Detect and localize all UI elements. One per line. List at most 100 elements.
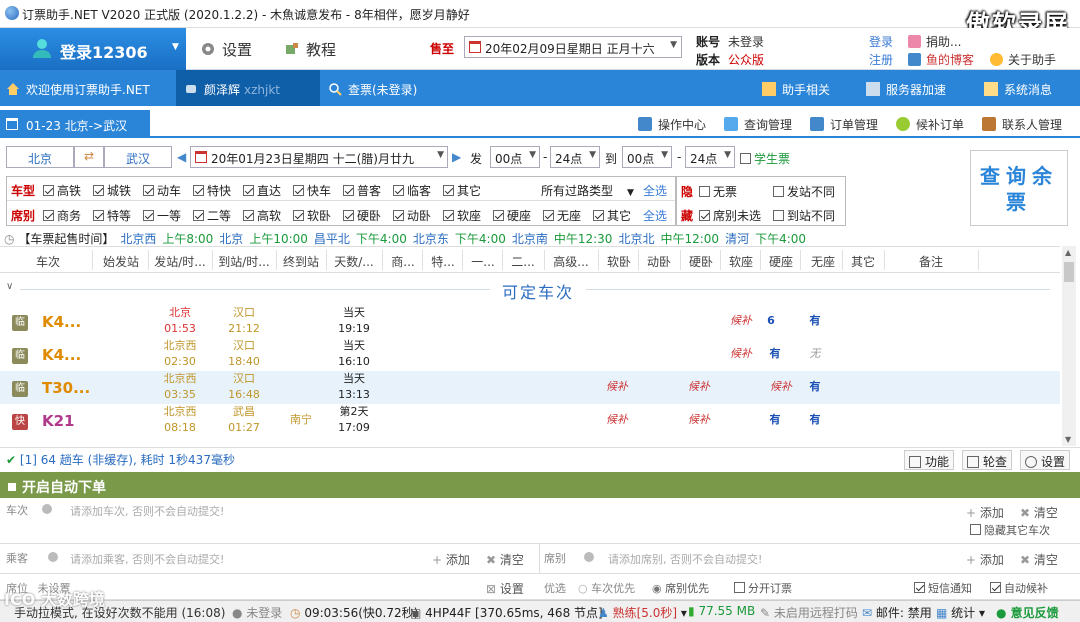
table-row[interactable]: 临 K4... 北京 01:53 汉口 21:12 当天 19:19 候补 6 有 <box>0 305 1060 338</box>
type-gaotie[interactable]: 高铁 <box>43 182 81 199</box>
tab-account[interactable]: 颜泽辉 xzhjkt <box>176 70 320 106</box>
from-station-input[interactable]: 北京 <box>6 146 74 168</box>
type-other[interactable]: 其它 <box>443 182 481 199</box>
col-notes[interactable]: 备注 <box>896 253 966 270</box>
train-number[interactable]: T30... <box>42 379 90 397</box>
tab-query[interactable]: 查票(未登录) <box>328 70 488 106</box>
settings-button[interactable]: 设置 <box>200 39 252 60</box>
section-header[interactable]: ∨ 可定车次 <box>0 277 1060 303</box>
hide-no-ticket[interactable]: 无票 <box>699 183 737 200</box>
type-puke[interactable]: 普客 <box>343 182 381 199</box>
type-kuaiche[interactable]: 快车 <box>293 182 331 199</box>
prev-day-button[interactable]: ◀ <box>177 150 186 164</box>
helper-menu[interactable]: 助手相关 <box>762 70 830 106</box>
to-station-input[interactable]: 武汉 <box>104 146 172 168</box>
node-status[interactable]: ▣ 4HP44F [370.65ms, 468 节点] <box>410 604 603 621</box>
grid-settings-button[interactable]: 设置 <box>1020 450 1071 470</box>
add-train-button[interactable]: + 添加 <box>966 504 1004 521</box>
poll-query-button[interactable]: 轮查 <box>962 450 1013 470</box>
grid-scrollbar[interactable]: ▲ ▼ <box>1062 246 1076 446</box>
tutorial-button[interactable]: 教程 <box>284 39 336 60</box>
contact-manage[interactable]: 联系人管理 <box>982 116 1062 133</box>
type-linke[interactable]: 临客 <box>393 182 431 199</box>
seat-shangwu[interactable]: 商务 <box>43 207 81 224</box>
seat-wuzuo[interactable]: 无座 <box>543 207 581 224</box>
clear-seat-button[interactable]: ✖ 清空 <box>1020 551 1058 568</box>
col-business[interactable]: 商... <box>384 253 422 270</box>
col-terminal[interactable]: 终到站 <box>278 253 324 270</box>
table-row[interactable]: 快 K21 北京西 08:18 武昌 01:27 南宁 第2天 17:09 候补 候补… <box>0 404 1060 437</box>
seat-dongwo[interactable]: 动卧 <box>393 207 431 224</box>
route-tab[interactable]: 01-23 北京->武汉 <box>0 110 150 138</box>
query-tickets-button[interactable]: 查询余票 <box>970 150 1068 226</box>
arrive-start-select[interactable]: 00点 ▼ <box>622 146 672 168</box>
type-tekuai[interactable]: 特快 <box>193 182 231 199</box>
col-hard-sleeper[interactable]: 硬卧 <box>682 253 720 270</box>
type-chengtie[interactable]: 城铁 <box>93 182 131 199</box>
split-order-checkbox[interactable]: 分开订票 <box>734 580 792 596</box>
sms-notify-checkbox[interactable]: 短信通知 <box>914 580 972 596</box>
hide-diff-depart[interactable]: 发站不同 <box>773 183 835 200</box>
type-dongche[interactable]: 动车 <box>143 182 181 199</box>
col-origin[interactable]: 始发站 <box>96 253 146 270</box>
select-all-types[interactable]: 全选 <box>643 182 667 199</box>
seat-ruanwo[interactable]: 软卧 <box>293 207 331 224</box>
col-motor-sleeper[interactable]: 动卧 <box>640 253 678 270</box>
blog-link[interactable]: 鱼的博客 <box>908 51 974 68</box>
col-soft-sleeper[interactable]: 软卧 <box>600 253 638 270</box>
function-button[interactable]: 功能 <box>904 450 955 470</box>
donate-link[interactable]: 捐助... <box>908 33 961 50</box>
hide-other-trains-checkbox[interactable]: 隐藏其它车次 <box>970 522 1050 538</box>
arrive-end-select[interactable]: 24点 ▼ <box>685 146 735 168</box>
passenger-input[interactable]: 请添加乘客, 否则不会自动提交! <box>70 551 224 567</box>
login-button[interactable]: 登录12306 ▼ <box>0 28 186 70</box>
add-seat-button[interactable]: + 添加 <box>966 551 1004 568</box>
skill-status[interactable]: ♟ 熟练[5.0秒] ▾ <box>598 604 687 621</box>
travel-date-select[interactable]: 20年01月23日星期四 十二(腊)月廿九 ▼ <box>190 146 448 168</box>
train-input[interactable]: 请添加车次, 否则不会自动提交! <box>70 503 224 519</box>
auto-waitlist-checkbox[interactable]: 自动候补 <box>990 580 1048 596</box>
student-ticket-checkbox[interactable]: 学生票 <box>740 150 790 167</box>
stats-button[interactable]: ▦ 统计 ▾ <box>936 604 985 621</box>
col-first[interactable]: 一... <box>464 253 502 270</box>
seat-yideng[interactable]: 一等 <box>143 207 181 224</box>
position-settings-button[interactable]: ⊠ 设置 <box>486 580 524 597</box>
train-number[interactable]: K21 <box>42 412 75 430</box>
col-arrive[interactable]: 到站/时... <box>214 253 274 270</box>
mail-status[interactable]: ✉ 邮件: 禁用 <box>862 604 932 621</box>
type-zhida[interactable]: 直达 <box>243 182 281 199</box>
table-row[interactable]: 临 T30... 北京西 03:35 汉口 16:48 当天 13:13 候补 候补 … <box>0 371 1060 404</box>
query-manage[interactable]: 查询管理 <box>724 116 792 133</box>
train-number[interactable]: K4... <box>42 313 81 331</box>
login-link[interactable]: 登录 <box>869 33 893 50</box>
train-first-radio[interactable]: ○ 车次优先 <box>578 580 635 596</box>
auto-order-header[interactable]: 开启自动下单 <box>0 472 1080 498</box>
table-row[interactable]: 临 K4... 北京西 02:30 汉口 18:40 当天 16:10 候补 有 无 <box>0 338 1060 371</box>
swap-stations-button[interactable]: ⇄ <box>74 146 104 168</box>
seat-input[interactable]: 请添加席别, 否则不会自动提交! <box>608 551 762 567</box>
clear-passenger-button[interactable]: ✖ 清空 <box>486 551 524 568</box>
next-day-button[interactable]: ▶ <box>452 150 461 164</box>
col-soft-seat[interactable]: 软座 <box>722 253 760 270</box>
seat-yingzuo[interactable]: 硬座 <box>493 207 531 224</box>
col-days[interactable]: 天数/... <box>328 253 380 270</box>
operation-center[interactable]: 操作中心 <box>638 116 706 133</box>
seat-yingwo[interactable]: 硬卧 <box>343 207 381 224</box>
seat-ruanzuo[interactable]: 软座 <box>443 207 481 224</box>
clock-status[interactable]: ◷ 09:03:56(快0.72秒) <box>290 604 418 621</box>
about-link[interactable]: 关于助手 <box>990 51 1056 68</box>
depart-start-select[interactable]: 00点 ▼ <box>490 146 540 168</box>
seat-erdeng[interactable]: 二等 <box>193 207 231 224</box>
tab-welcome[interactable]: 欢迎使用订票助手.NET <box>0 70 176 106</box>
feedback-link[interactable]: ● 意见反馈 <box>996 604 1059 621</box>
hide-diff-arrive[interactable]: 到站不同 <box>773 207 835 224</box>
seat-other[interactable]: 其它 <box>593 207 631 224</box>
col-premium[interactable]: 高级... <box>546 253 596 270</box>
seat-first-radio[interactable]: ◉ 席别优先 <box>652 580 709 596</box>
waitlist-orders[interactable]: 候补订单 <box>896 116 964 133</box>
col-no-seat[interactable]: 无座 <box>804 253 842 270</box>
route-type-select[interactable]: 所有过路类型 ▼ <box>541 182 634 199</box>
col-special[interactable]: 特... <box>424 253 462 270</box>
train-number[interactable]: K4... <box>42 346 81 364</box>
add-passenger-button[interactable]: + 添加 <box>432 551 470 568</box>
